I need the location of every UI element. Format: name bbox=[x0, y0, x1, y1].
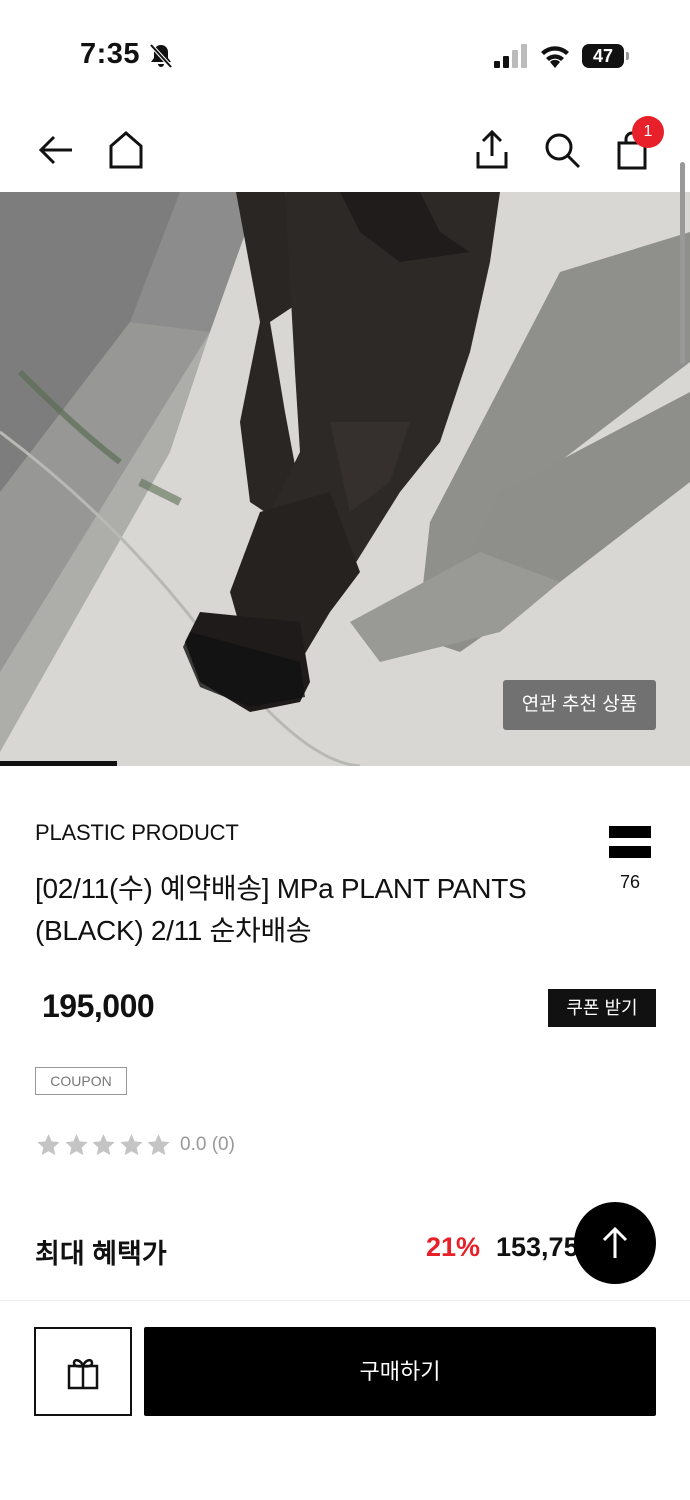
product-price: 195,000 bbox=[42, 988, 155, 1024]
top-navigation bbox=[0, 110, 690, 192]
arrow-up-icon bbox=[602, 1226, 628, 1258]
star-icon bbox=[147, 1134, 170, 1156]
rating-text[interactable]: 0.0 (0) bbox=[180, 1134, 235, 1156]
bell-slash-icon bbox=[149, 43, 173, 69]
home-icon[interactable] bbox=[104, 128, 148, 172]
cellular-signal-icon bbox=[494, 44, 527, 68]
get-coupon-button[interactable]: 쿠폰 받기 bbox=[548, 989, 656, 1027]
search-icon[interactable] bbox=[540, 128, 584, 172]
max-benefit-label: 최대 혜택가 bbox=[35, 1239, 167, 1269]
status-time: 7:35 bbox=[80, 38, 141, 70]
brand-name[interactable]: PLASTIC PRODUCT bbox=[35, 820, 239, 846]
arrow-left-icon[interactable] bbox=[34, 128, 78, 172]
product-title: [02/11(수) 예약배송] MPa PLANT PANTS (BLACK) … bbox=[35, 873, 527, 946]
gift-button[interactable] bbox=[34, 1327, 132, 1416]
image-carousel-progress bbox=[0, 761, 117, 766]
gift-icon bbox=[67, 1358, 99, 1390]
star-icon bbox=[37, 1134, 60, 1156]
scrollbar[interactable] bbox=[680, 162, 685, 364]
star-icon bbox=[64, 1134, 88, 1156]
scroll-to-top-button[interactable] bbox=[574, 1202, 656, 1284]
star-icon bbox=[119, 1134, 143, 1156]
benefit-price: 153,75 bbox=[496, 1232, 579, 1262]
share-icon[interactable] bbox=[470, 128, 514, 172]
rating-stars bbox=[35, 1132, 173, 1160]
wishlist-icon[interactable] bbox=[609, 826, 651, 858]
battery-icon: 47 bbox=[582, 44, 630, 68]
star-icon bbox=[92, 1134, 115, 1156]
status-bar: 7:35 47 bbox=[0, 0, 690, 110]
related-products-button[interactable]: 연관 추천 상품 bbox=[503, 680, 656, 730]
coupon-badge: COUPON bbox=[35, 1067, 127, 1095]
buy-button[interactable]: 구매하기 bbox=[144, 1327, 656, 1416]
wifi-icon bbox=[541, 46, 569, 68]
discount-percent: 21% bbox=[426, 1232, 481, 1262]
wishlist-count: 76 bbox=[619, 872, 641, 892]
cart-count-badge: 1 bbox=[632, 116, 664, 148]
battery-level: 47 bbox=[582, 44, 624, 68]
